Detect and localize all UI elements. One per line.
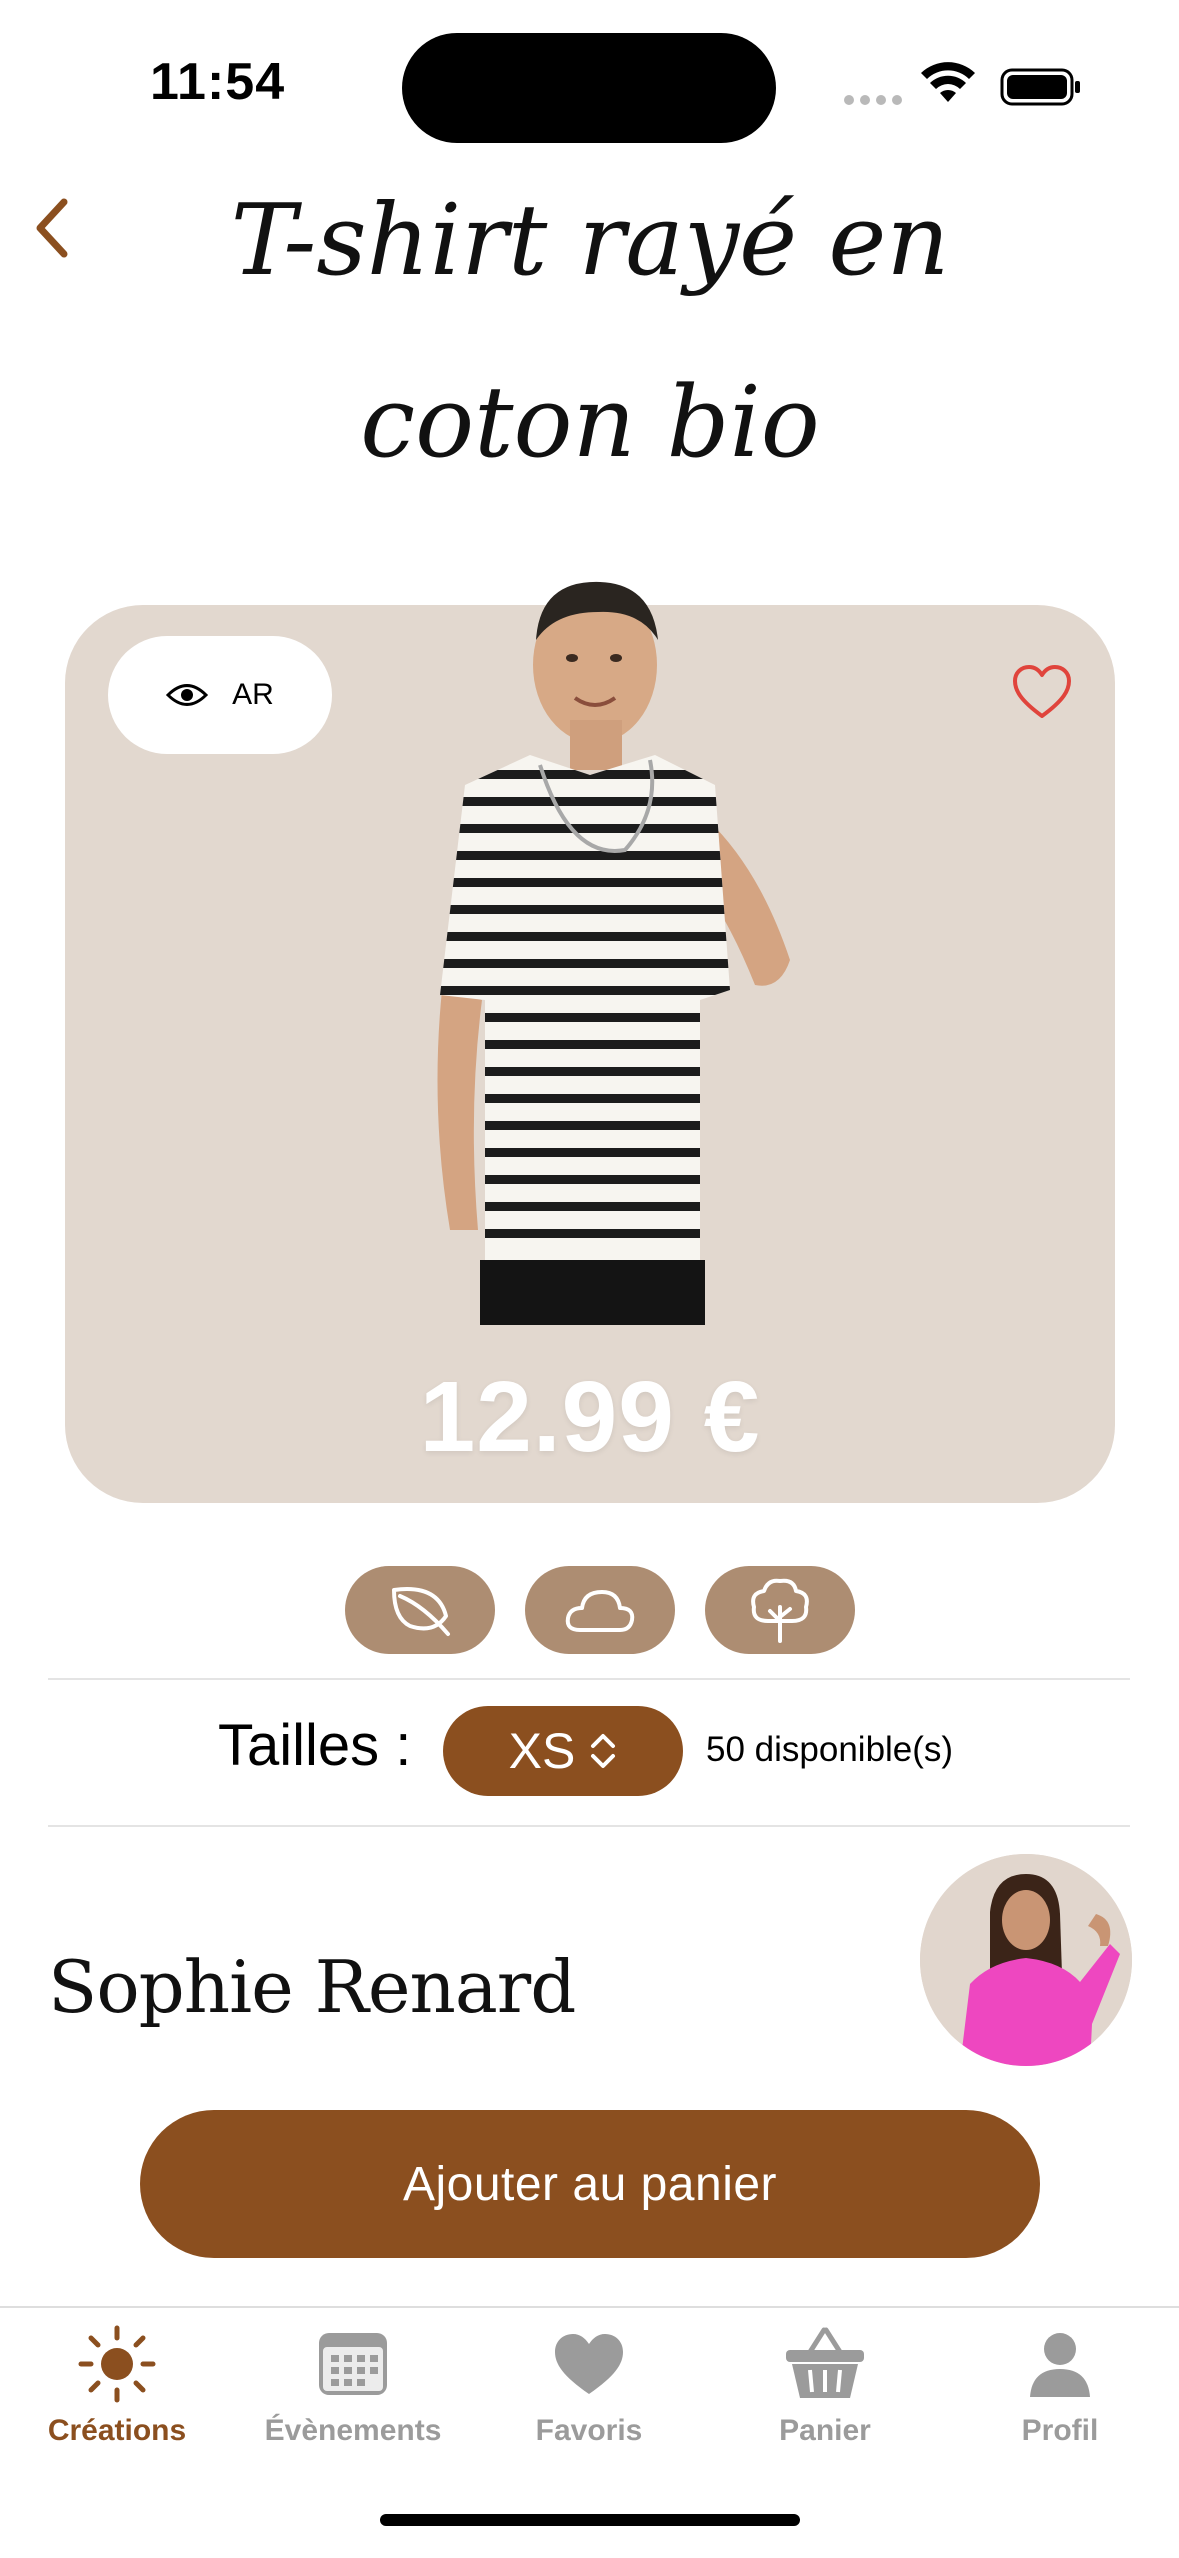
tab-creations[interactable]: Créations <box>7 2320 227 2470</box>
sun-icon <box>78 2325 156 2403</box>
eco-badge-leaf[interactable] <box>345 1566 495 1654</box>
stock-count: 50 disponible(s) <box>706 1730 954 1769</box>
tab-evenements[interactable]: Évènements <box>243 2320 463 2470</box>
tab-panier[interactable]: Panier <box>715 2320 935 2470</box>
seller-avatar[interactable] <box>920 1854 1132 2066</box>
calendar-icon <box>319 2333 387 2395</box>
home-indicator <box>380 2514 800 2526</box>
eco-badge-cloud[interactable] <box>525 1566 675 1654</box>
dynamic-island <box>402 33 776 143</box>
tree-icon <box>751 1578 809 1643</box>
chevron-up-down-icon <box>591 1734 616 1768</box>
status-time: 11:54 <box>150 53 286 111</box>
cellular-signal-icon <box>844 95 908 107</box>
tab-label: Créations <box>47 2414 187 2447</box>
size-selector[interactable]: XS <box>443 1706 683 1796</box>
divider-top <box>48 1678 1130 1680</box>
ar-label: AR <box>232 678 274 711</box>
battery-icon <box>1000 68 1080 106</box>
back-chevron-icon[interactable] <box>24 192 84 264</box>
product-model-image <box>437 581 790 1325</box>
basket-icon <box>786 2327 864 2398</box>
add-to-cart-button[interactable]: Ajouter au panier <box>140 2110 1040 2258</box>
tab-favoris[interactable]: Favoris <box>479 2320 699 2470</box>
ar-view-button[interactable]: AR <box>108 636 332 754</box>
tab-label: Panier <box>779 2414 871 2447</box>
person-icon <box>1030 2333 1090 2397</box>
seller-name[interactable]: Sophie Renard <box>48 1945 576 2029</box>
seller-photo <box>920 1854 1132 2066</box>
tab-label: Profil <box>1021 2414 1099 2447</box>
tab-profil[interactable]: Profil <box>950 2320 1170 2470</box>
sizes-label: Tailles : <box>218 1713 412 1778</box>
eye-icon <box>166 684 209 706</box>
tab-label: Favoris <box>535 2414 643 2447</box>
favorite-heart-icon[interactable] <box>1012 664 1072 720</box>
product-price: 12.99 € <box>419 1361 761 1473</box>
wifi-icon <box>921 62 975 102</box>
tab-label: Évènements <box>264 2414 442 2447</box>
selected-size: XS <box>508 1723 576 1779</box>
divider-bottom <box>48 1825 1130 1827</box>
eco-badges <box>345 1566 855 1654</box>
cloud-icon <box>565 1590 635 1632</box>
heart-icon <box>555 2334 623 2394</box>
product-title: T-shirt rayé en coton bio <box>230 184 950 480</box>
eco-badge-tree[interactable] <box>705 1566 855 1654</box>
leaf-icon <box>392 1587 450 1636</box>
